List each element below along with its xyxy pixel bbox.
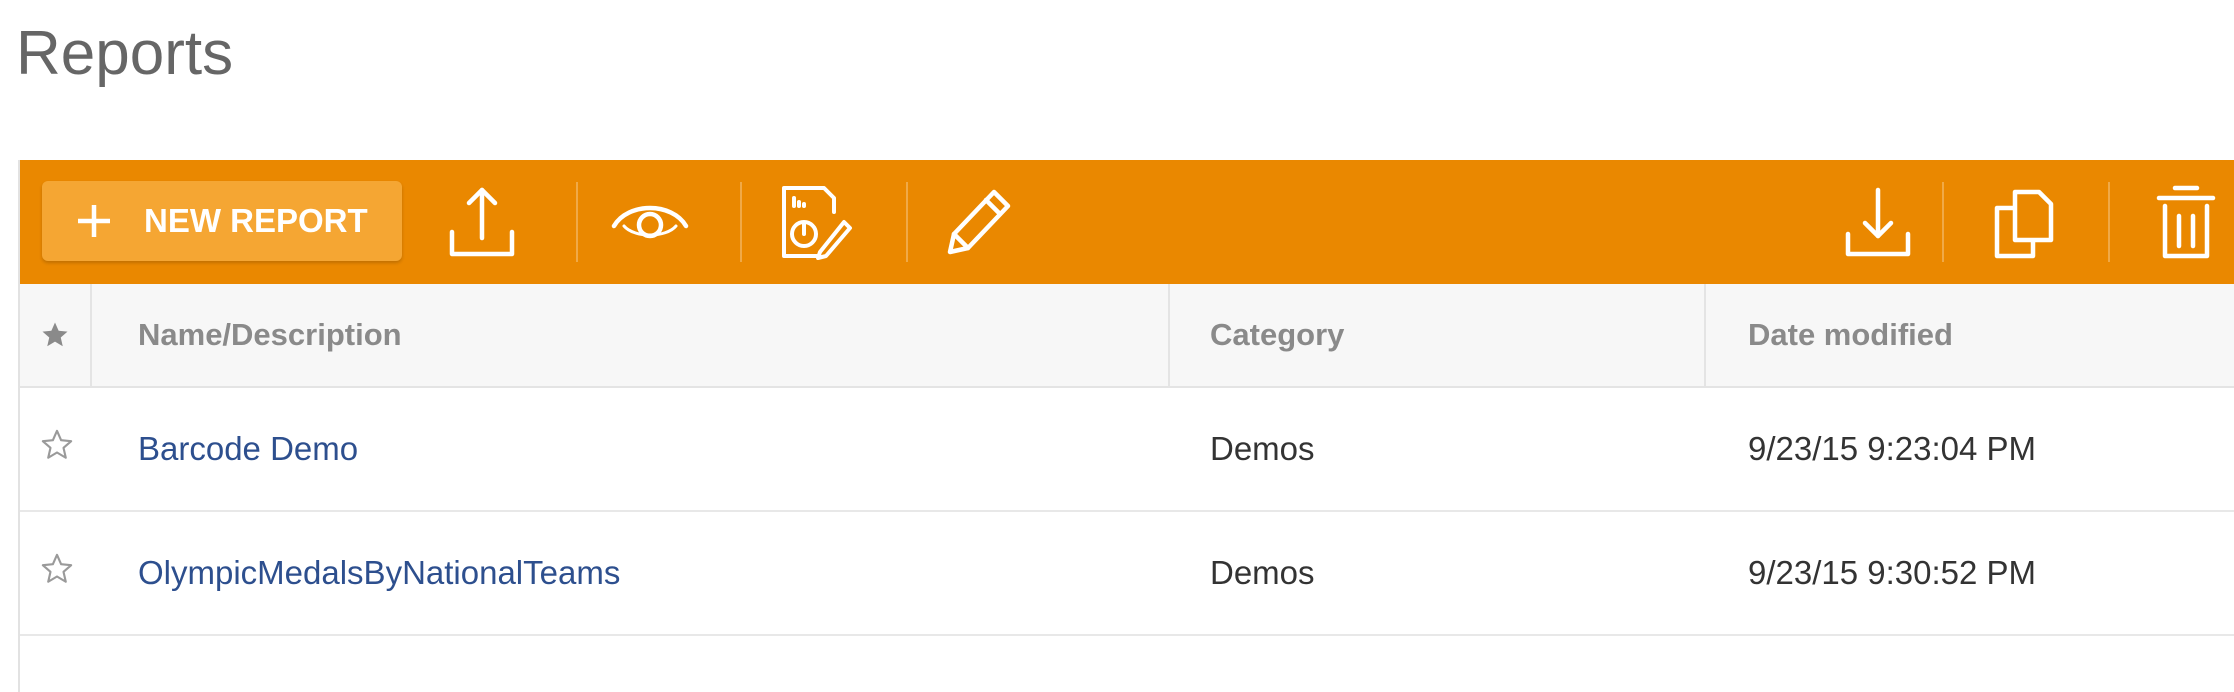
toolbar-divider (740, 182, 742, 262)
edit-icon (947, 189, 1011, 255)
copy-icon (1994, 189, 2054, 259)
edit-button[interactable] (936, 178, 1024, 266)
design-report-button[interactable] (772, 178, 860, 266)
delete-button[interactable] (2142, 178, 2230, 266)
design-report-icon (782, 186, 852, 260)
report-date-modified: 9/23/15 9:23:04 PM (1748, 430, 2037, 467)
category-column-header[interactable]: Category (1210, 284, 1710, 386)
name-column-header[interactable]: Name/Description (138, 284, 1138, 386)
report-date-modified: 9/23/15 9:30:52 PM (1748, 554, 2037, 591)
toolbar-divider (2108, 182, 2110, 262)
column-divider (1704, 284, 1706, 386)
report-category: Demos (1210, 430, 1315, 467)
download-button[interactable] (1834, 178, 1922, 266)
table-row[interactable]: Barcode Demo Demos 9/23/15 9:23:04 PM (20, 388, 2234, 512)
new-report-button[interactable]: NEW REPORT (42, 181, 402, 261)
report-name-link[interactable]: OlympicMedalsByNationalTeams (138, 512, 620, 634)
grid-header: Name/Description Category Date modified (20, 284, 2234, 388)
favorite-column-header[interactable] (20, 284, 90, 386)
new-report-label: NEW REPORT (144, 202, 368, 239)
star-outline-icon[interactable] (40, 552, 74, 586)
toolbar-divider (576, 182, 578, 262)
report-name-link[interactable]: Barcode Demo (138, 388, 358, 510)
copy-button[interactable] (1980, 178, 2068, 266)
page-title: Reports (16, 19, 234, 88)
upload-button[interactable] (438, 178, 526, 266)
date-modified-column-header[interactable]: Date modified (1748, 284, 2228, 386)
upload-icon (449, 187, 515, 257)
report-category: Demos (1210, 554, 1315, 591)
toolbar-divider (906, 182, 908, 262)
column-divider (1168, 284, 1170, 386)
reports-panel: NEW REPORT Name/Description Category Dat… (18, 160, 2234, 692)
preview-button[interactable] (606, 178, 694, 266)
table-row[interactable]: OlympicMedalsByNationalTeams Demos 9/23/… (20, 512, 2234, 636)
preview-icon (611, 205, 689, 239)
column-divider (90, 284, 92, 386)
toolbar-divider (1942, 182, 1944, 262)
download-icon (1845, 187, 1911, 257)
star-filled-icon (42, 322, 68, 347)
star-outline-icon[interactable] (40, 428, 74, 462)
plus-icon (78, 205, 110, 237)
reports-toolbar: NEW REPORT (20, 160, 2234, 284)
delete-icon (2156, 185, 2216, 259)
